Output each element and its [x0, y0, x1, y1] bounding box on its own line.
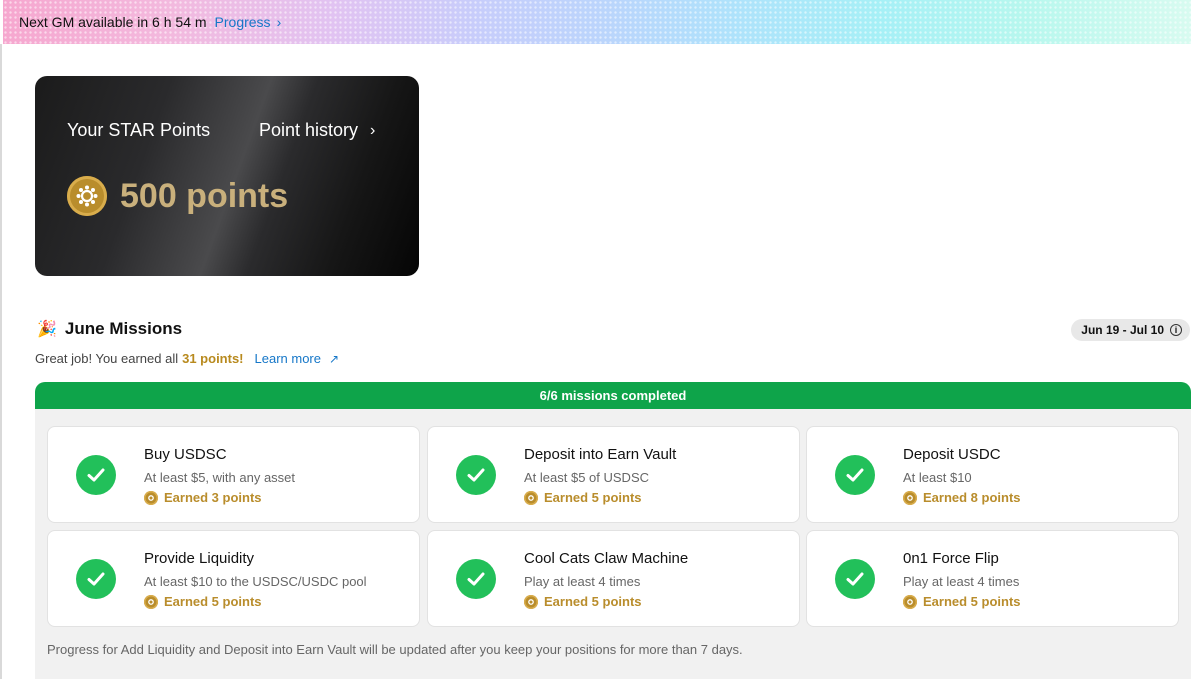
mission-title: Buy USDSC: [144, 446, 227, 463]
point-history-label: Point history: [259, 120, 359, 140]
missions-footnote: Progress for Add Liquidity and Deposit i…: [47, 642, 743, 657]
arrow-up-right-icon: ↗: [329, 351, 340, 366]
missions-progress-text: 6/6 missions completed: [539, 388, 687, 403]
mission-description: Play at least 4 times: [524, 574, 641, 589]
checkmark-icon: [76, 455, 116, 495]
missions-progress-bar: 6/6 missions completed: [35, 382, 1191, 409]
mission-card[interactable]: Deposit into Earn Vault At least $5 of U…: [427, 426, 800, 523]
mission-card[interactable]: Provide Liquidity At least $10 to the US…: [47, 530, 420, 627]
mission-earned: Earned 5 points: [524, 490, 642, 505]
date-range-text: Jun 19 - Jul 10: [1081, 323, 1164, 337]
mission-card[interactable]: Buy USDSC At least $5, with any asset Ea…: [47, 426, 420, 523]
star-coin-icon: [903, 490, 917, 505]
mission-earned-text: Earned 3 points: [164, 490, 262, 505]
learn-more-label: Learn more: [254, 351, 321, 366]
gm-countdown-text: Next GM available in 6 h 54 m: [19, 14, 207, 30]
missions-heading: 🎉 June Missions: [37, 319, 182, 339]
mission-earned-text: Earned 8 points: [923, 490, 1021, 505]
mission-earned: Earned 8 points: [903, 490, 1021, 505]
gm-banner: Next GM available in 6 h 54 m Progress ›: [3, 0, 1191, 44]
mission-card[interactable]: 0n1 Force Flip Play at least 4 times Ear…: [806, 530, 1179, 627]
star-coin-icon: [524, 490, 538, 505]
learn-more-link[interactable]: Learn more ↗: [255, 351, 340, 366]
mission-earned: Earned 5 points: [903, 594, 1021, 609]
mission-card[interactable]: Cool Cats Claw Machine Play at least 4 t…: [427, 530, 800, 627]
date-range-badge[interactable]: Jun 19 - Jul 10 i: [1071, 319, 1190, 341]
mission-earned: Earned 3 points: [144, 490, 262, 505]
star-coin-icon: [144, 594, 158, 609]
mission-earned: Earned 5 points: [524, 594, 642, 609]
mission-title: Deposit into Earn Vault: [524, 446, 677, 463]
progress-link[interactable]: Progress ›: [215, 14, 282, 30]
mission-title: Cool Cats Claw Machine: [524, 550, 689, 567]
mission-earned-text: Earned 5 points: [923, 594, 1021, 609]
points-amount: 500 points: [67, 176, 288, 216]
mission-description: Play at least 4 times: [903, 574, 1020, 589]
star-coin-icon: [524, 594, 538, 609]
checkmark-icon: [456, 559, 496, 599]
mission-description: At least $10: [903, 470, 972, 485]
earned-summary: Great job! You earned all 31 points! Lea…: [35, 351, 339, 366]
mission-earned-text: Earned 5 points: [544, 594, 642, 609]
earned-points-total: 31 points!: [182, 351, 244, 366]
mission-title: Deposit USDC: [903, 446, 1001, 463]
mission-earned-text: Earned 5 points: [544, 490, 642, 505]
checkmark-icon: [835, 455, 875, 495]
checkmark-icon: [456, 455, 496, 495]
missions-panel: 6/6 missions completed Buy USDSC At leas…: [35, 382, 1191, 679]
checkmark-icon: [76, 559, 116, 599]
earned-prefix: Great job! You earned all: [35, 351, 179, 366]
star-points-card: Your STAR Points Point history › 500 poi…: [35, 76, 419, 276]
mission-title: 0n1 Force Flip: [903, 550, 999, 567]
mission-title: Provide Liquidity: [144, 550, 255, 567]
missions-title: June Missions: [64, 319, 183, 338]
star-coin-icon: [903, 594, 917, 609]
chevron-right-icon: ›: [370, 121, 376, 139]
party-popper-icon: 🎉: [37, 321, 57, 338]
mission-earned: Earned 5 points: [144, 594, 262, 609]
points-amount-text: 500 points: [120, 176, 289, 215]
star-points-label: Your STAR Points: [67, 120, 211, 140]
mission-description: At least $5 of USDSC: [524, 470, 649, 485]
mission-description: At least $5, with any asset: [144, 470, 296, 485]
info-icon[interactable]: i: [1170, 324, 1182, 336]
point-history-link[interactable]: Point history ›: [259, 120, 375, 141]
chevron-right-icon: ›: [276, 14, 282, 30]
checkmark-icon: [835, 559, 875, 599]
mission-earned-text: Earned 5 points: [164, 594, 262, 609]
progress-link-label: Progress: [214, 14, 271, 30]
page-left-border: [0, 44, 2, 679]
mission-description: At least $10 to the USDSC/USDC pool: [144, 574, 367, 589]
star-coin-icon: [144, 490, 158, 505]
star-coin-icon: [67, 176, 107, 216]
mission-card[interactable]: Deposit USDC At least $10 Earned 8 point…: [806, 426, 1179, 523]
